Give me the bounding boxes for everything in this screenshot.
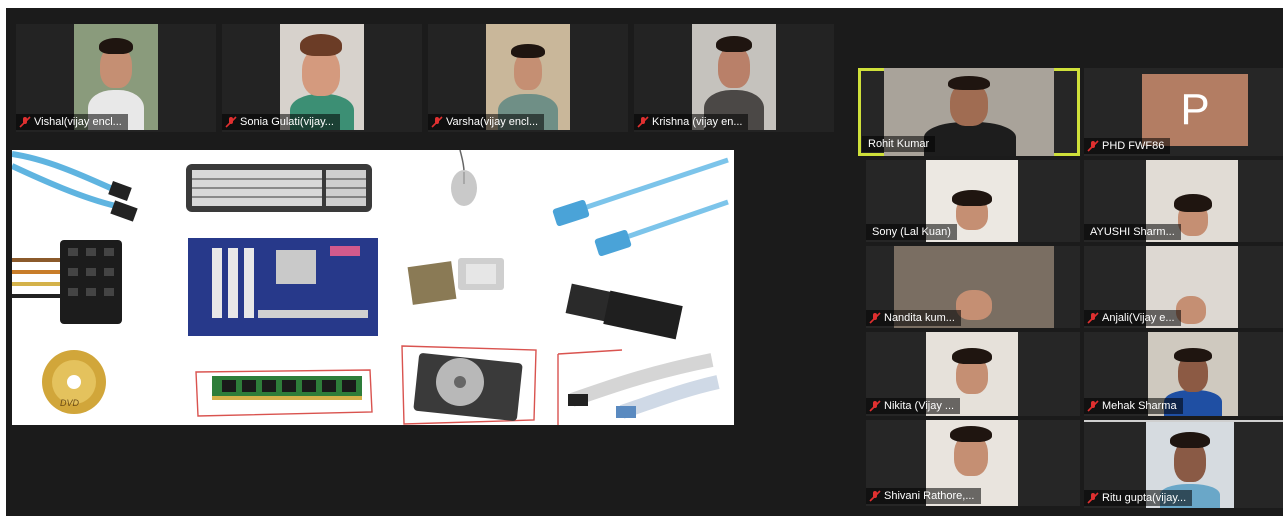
participant-name: Sonia Gulati(vijay...	[222, 114, 340, 130]
participant-tile[interactable]: Krishna (vijay en...	[634, 24, 834, 132]
participant-tile[interactable]: Anjali(Vijay e...	[1084, 246, 1283, 328]
participant-name: Sony (Lal Kuan)	[866, 224, 957, 240]
muted-mic-icon	[1087, 140, 1099, 152]
muted-mic-icon	[431, 116, 443, 128]
participant-tile[interactable]: Nandita kum...	[866, 246, 1080, 328]
participant-tile[interactable]: P PHD FWF86	[1084, 68, 1283, 156]
power-connector-icon	[12, 240, 122, 324]
participant-name: Ritu gupta(vijay...	[1084, 490, 1193, 506]
muted-mic-icon	[1087, 312, 1099, 324]
speaker-grid: Rohit Kumar P PHD FWF86 Sony (Lal Kuan)	[858, 68, 1283, 516]
mouse-icon	[451, 150, 477, 206]
participant-name: Nikita (Vijay ...	[866, 398, 961, 414]
shared-screen[interactable]: DVD	[12, 150, 734, 425]
muted-mic-icon	[19, 116, 31, 128]
participant-name: Varsha(vijay encl...	[428, 114, 545, 130]
participant-tile[interactable]: Sonia Gulati(vijay...	[222, 24, 422, 132]
participant-tile[interactable]: Ritu gupta(vijay...	[1084, 420, 1283, 508]
motherboard-icon	[188, 238, 378, 336]
svg-text:DVD: DVD	[60, 398, 80, 408]
sata-cable-icon	[12, 151, 138, 222]
participant-tile[interactable]: Mehak Sharma	[1084, 332, 1283, 416]
participant-name: PHD FWF86	[1084, 138, 1171, 154]
ram-icon	[195, 369, 373, 417]
participant-tile[interactable]: Nikita (Vijay ...	[866, 332, 1080, 416]
participant-name: Vishal(vijay encl...	[16, 114, 128, 130]
participant-tile-active-speaker[interactable]: Rohit Kumar	[858, 68, 1080, 156]
participant-tile[interactable]: AYUSHI Sharm...	[1084, 160, 1283, 242]
participant-tile[interactable]: Sony (Lal Kuan)	[866, 160, 1080, 242]
ssd-icon	[565, 283, 683, 340]
participant-name: Rohit Kumar	[862, 136, 936, 152]
participant-name: Shivani Rathore,...	[866, 488, 981, 504]
muted-mic-icon	[225, 116, 237, 128]
muted-mic-icon	[1087, 400, 1099, 412]
hard-disk-icon	[401, 345, 537, 425]
meeting-window: Vishal(vijay encl... Sonia Gulati(vijay.…	[6, 8, 1283, 516]
dvd-icon: DVD	[42, 350, 106, 414]
participant-name: Anjali(Vijay e...	[1084, 310, 1181, 326]
muted-mic-icon	[869, 312, 881, 324]
participant-tile[interactable]: Vishal(vijay encl...	[16, 24, 216, 132]
muted-mic-icon	[1087, 492, 1099, 504]
participant-tile[interactable]: Varsha(vijay encl...	[428, 24, 628, 132]
keyboard-icon	[186, 164, 372, 212]
muted-mic-icon	[637, 116, 649, 128]
muted-mic-icon	[869, 400, 881, 412]
ribbon-cable-icon	[557, 349, 720, 425]
ethernet-cable-icon	[552, 157, 729, 257]
participant-name: Mehak Sharma	[1084, 398, 1183, 414]
avatar: P	[1142, 74, 1248, 146]
muted-mic-icon	[869, 490, 881, 502]
participant-name: Nandita kum...	[866, 310, 961, 326]
cpu-icon	[407, 258, 504, 305]
participant-tile[interactable]: Shivani Rathore,...	[866, 420, 1080, 506]
participant-name: Krishna (vijay en...	[634, 114, 749, 130]
participant-name: AYUSHI Sharm...	[1084, 224, 1181, 240]
top-gallery-strip: Vishal(vijay encl... Sonia Gulati(vijay.…	[16, 24, 846, 134]
computer-parts-slide: DVD	[12, 150, 729, 425]
